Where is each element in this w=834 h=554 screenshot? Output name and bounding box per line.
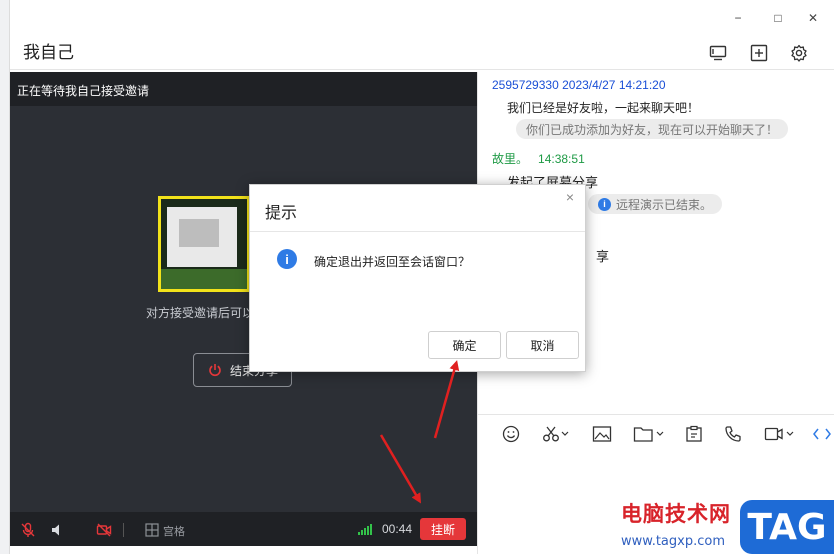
waiting-hint-text: 对方接受邀请后可以 bbox=[146, 306, 255, 320]
share-status-text: 正在等待我自己接受邀请 bbox=[17, 84, 150, 98]
minimize-button[interactable]: − bbox=[730, 10, 746, 26]
conversation-header: 我自己 bbox=[10, 36, 834, 70]
system-notice-text: 你们已成功添加为好友，现在可以开始聊天了！ bbox=[526, 122, 779, 137]
confirm-dialog: 提示 × i 确定退出并返回至会话窗口？ 确定 取消 bbox=[249, 184, 586, 372]
control-separator bbox=[123, 523, 124, 537]
speaker-icon[interactable] bbox=[50, 522, 66, 538]
toolbar-scroll-left-icon[interactable] bbox=[812, 425, 820, 443]
screenshot-scissors-icon[interactable] bbox=[542, 425, 570, 443]
screen-share-icon[interactable] bbox=[707, 42, 729, 64]
watermark-site-name: 电脑技术网 bbox=[621, 502, 731, 526]
dialog-divider bbox=[250, 231, 585, 232]
dialog-title: 提示 bbox=[265, 205, 298, 222]
title-bar: − □ ✕ bbox=[10, 0, 834, 36]
sender-name: 故里。 bbox=[492, 152, 529, 166]
cancel-button[interactable]: 取消 bbox=[506, 331, 579, 359]
power-icon bbox=[209, 364, 221, 377]
dialog-close-icon[interactable]: × bbox=[566, 189, 574, 205]
message-sender-header: 2595729330 2023/4/27 14:21:20 bbox=[492, 78, 666, 92]
phone-call-icon[interactable] bbox=[724, 425, 742, 443]
network-signal-icon bbox=[358, 524, 372, 535]
share-status-bar: 正在等待我自己接受邀请 bbox=[10, 72, 477, 106]
sender-id: 2595729330 bbox=[492, 78, 559, 92]
add-member-icon[interactable] bbox=[748, 42, 770, 64]
system-notice: i 远程演示已结束。 bbox=[588, 194, 723, 214]
call-duration: 00:44 bbox=[382, 522, 413, 536]
info-icon: i bbox=[598, 197, 611, 211]
hangup-button[interactable]: 挂断 bbox=[420, 518, 466, 540]
camera-off-icon[interactable] bbox=[96, 522, 112, 538]
video-call-icon[interactable] bbox=[764, 425, 796, 443]
microphone-muted-icon[interactable] bbox=[20, 522, 36, 538]
clipboard-file-icon[interactable] bbox=[685, 425, 703, 443]
screen-preview-thumbnail bbox=[158, 196, 250, 292]
message-time: 14:38:51 bbox=[538, 152, 585, 166]
maximize-button[interactable]: □ bbox=[770, 10, 786, 26]
grid-layout-icon[interactable] bbox=[144, 522, 160, 538]
close-button[interactable]: ✕ bbox=[805, 10, 821, 26]
dialog-message: 确定退出并返回至会话窗口？ bbox=[314, 255, 471, 269]
toolbar-scroll-right-icon[interactable] bbox=[824, 425, 832, 443]
message-text: 我们已经是好友啦，一起来聊天吧！ bbox=[507, 101, 700, 115]
message-sender-header: 故里。 14:38:51 bbox=[492, 150, 585, 167]
background-window-edge bbox=[0, 0, 10, 554]
system-notice: 你们已成功添加为好友，现在可以开始聊天了！ bbox=[516, 119, 789, 139]
conversation-title: 我自己 bbox=[23, 43, 74, 62]
confirm-button[interactable]: 确定 bbox=[428, 331, 501, 359]
settings-gear-icon[interactable] bbox=[788, 42, 810, 64]
call-control-bar: 宫格 00:44 挂断 bbox=[10, 512, 477, 546]
watermark-url: www.tagxp.com bbox=[621, 534, 725, 549]
image-icon[interactable] bbox=[592, 425, 612, 443]
chat-input-toolbar bbox=[477, 414, 834, 452]
folder-icon[interactable] bbox=[633, 425, 665, 443]
info-icon: i bbox=[277, 249, 297, 269]
grid-layout-label[interactable]: 宫格 bbox=[163, 523, 185, 539]
emoji-icon[interactable] bbox=[502, 425, 520, 443]
message-text-partial: 享 bbox=[596, 249, 610, 264]
watermark-logo: TAG bbox=[740, 500, 834, 554]
message-time: 2023/4/27 14:21:20 bbox=[562, 78, 666, 92]
system-notice-text: 远程演示已结束。 bbox=[616, 197, 713, 212]
